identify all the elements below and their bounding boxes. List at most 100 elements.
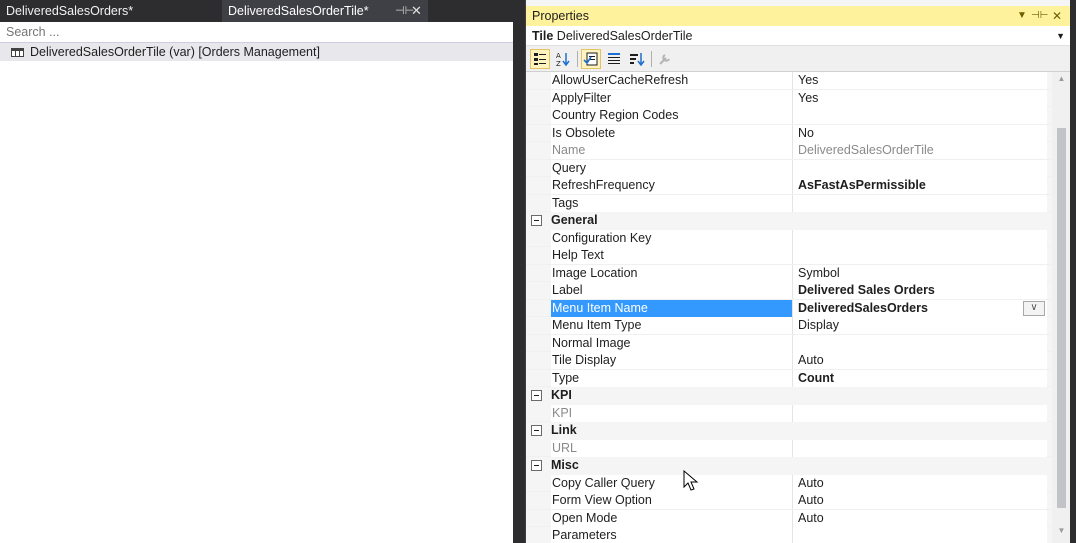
property-category[interactable]: General <box>526 212 1052 230</box>
categorized-icon[interactable] <box>530 49 550 69</box>
property-row[interactable]: AllowUserCacheRefresh Yes <box>526 72 1052 90</box>
property-name: Parameters <box>551 527 793 543</box>
property-pages-icon[interactable] <box>655 49 675 69</box>
property-value[interactable]: Yes <box>793 89 1047 107</box>
chevron-down-icon[interactable]: ∨ <box>1023 300 1045 316</box>
property-category[interactable]: Link <box>526 422 1052 440</box>
property-value[interactable]: No <box>793 124 1047 142</box>
close-icon[interactable]: ✕ <box>1052 6 1062 26</box>
property-value[interactable]: Symbol <box>793 264 1047 282</box>
property-row[interactable]: Is Obsolete No <box>526 124 1052 142</box>
tree-root-node[interactable]: DeliveredSalesOrderTile (var) [Orders Ma… <box>0 43 513 61</box>
property-name: RefreshFrequency <box>551 177 793 194</box>
property-row[interactable]: Tags <box>526 194 1052 212</box>
property-name: Country Region Codes <box>551 107 793 124</box>
scroll-thumb[interactable] <box>1057 128 1066 508</box>
chevron-down-icon[interactable]: ▼ <box>1056 26 1065 46</box>
property-value[interactable]: AsFastAsPermissible <box>793 177 1047 194</box>
property-value[interactable] <box>793 404 1047 422</box>
property-value[interactable] <box>793 247 1047 264</box>
sort-icon[interactable] <box>627 49 647 69</box>
property-name: Name <box>551 142 793 159</box>
search-box <box>0 22 513 43</box>
scroll-up-icon[interactable]: ▲ <box>1052 74 1071 88</box>
property-category[interactable]: Misc <box>526 457 1052 475</box>
properties-icon[interactable] <box>581 49 601 69</box>
property-name: Is Obsolete <box>551 124 793 142</box>
property-name: Tags <box>551 194 793 212</box>
collapse-icon[interactable] <box>531 425 542 436</box>
search-input[interactable] <box>0 22 513 42</box>
category-label: Misc <box>551 458 579 472</box>
svg-text:Z: Z <box>556 60 561 68</box>
property-value[interactable]: Display <box>793 317 1047 334</box>
properties-toolbar: AZ <box>526 46 1071 72</box>
property-value[interactable] <box>793 159 1047 177</box>
collapse-icon[interactable] <box>531 390 542 401</box>
events-icon[interactable] <box>604 49 624 69</box>
properties-window: Properties ▼ ⊣⊢ ✕ Tile DeliveredSalesOrd… <box>525 0 1071 543</box>
property-row[interactable]: Label Delivered Sales Orders <box>526 282 1052 300</box>
property-name: Query <box>551 159 793 177</box>
property-grid: AllowUserCacheRefresh Yes ApplyFilter Yes Co… <box>526 72 1052 543</box>
property-category[interactable]: KPI <box>526 387 1052 405</box>
property-row[interactable]: Menu Item Type Display <box>526 317 1052 335</box>
tab-delivered-sales-order-tile[interactable]: DeliveredSalesOrderTile* ⊣⊢ ✕ <box>222 0 428 22</box>
property-row[interactable]: Type Count <box>526 369 1052 387</box>
property-row[interactable]: Copy Caller Query Auto <box>526 474 1052 492</box>
property-row[interactable]: Configuration Key <box>526 229 1052 247</box>
property-value[interactable]: DeliveredSalesOrders <box>793 299 1047 317</box>
property-value[interactable]: Auto <box>793 474 1047 492</box>
alphabetical-icon[interactable]: AZ <box>553 49 573 69</box>
property-row[interactable]: URL <box>526 439 1052 457</box>
property-name: Copy Caller Query <box>551 474 793 492</box>
property-row[interactable]: ApplyFilter Yes <box>526 89 1052 107</box>
property-value[interactable] <box>793 334 1047 352</box>
property-value[interactable]: DeliveredSalesOrderTile <box>793 142 1047 159</box>
property-row[interactable]: Normal Image <box>526 334 1052 352</box>
property-name: Type <box>551 369 793 387</box>
property-value[interactable]: Auto <box>793 352 1047 369</box>
collapse-icon[interactable] <box>531 460 542 471</box>
scroll-down-icon[interactable]: ▼ <box>1052 526 1071 540</box>
property-row[interactable]: KPI <box>526 404 1052 422</box>
property-name: Tile Display <box>551 352 793 369</box>
property-value[interactable]: Count <box>793 369 1047 387</box>
property-value[interactable] <box>793 107 1047 124</box>
property-value[interactable] <box>793 527 1047 543</box>
property-value[interactable]: Yes <box>793 72 1047 89</box>
pin-icon[interactable]: ⊣⊢ <box>1031 6 1048 26</box>
property-value[interactable] <box>793 194 1047 212</box>
property-value[interactable]: Auto <box>793 509 1047 527</box>
property-row[interactable]: Parameters <box>526 527 1052 543</box>
property-row[interactable]: Country Region Codes <box>526 107 1052 125</box>
property-row[interactable]: Help Text <box>526 247 1052 265</box>
property-value[interactable] <box>793 229 1047 247</box>
object-name: DeliveredSalesOrderTile <box>556 29 693 43</box>
svg-text:A: A <box>556 52 561 60</box>
property-row[interactable]: Name DeliveredSalesOrderTile <box>526 142 1052 160</box>
vertical-scrollbar[interactable]: ▲ ▼ <box>1052 72 1071 543</box>
property-value[interactable]: Auto <box>793 492 1047 509</box>
panel-splitter[interactable] <box>513 0 525 543</box>
property-name: Open Mode <box>551 509 793 527</box>
property-name: Menu Item Type <box>551 317 793 334</box>
property-row[interactable]: RefreshFrequency AsFastAsPermissible <box>526 177 1052 195</box>
property-row[interactable]: Menu Item Name DeliveredSalesOrders ∨ <box>526 299 1052 317</box>
property-name: Image Location <box>551 264 793 282</box>
property-row[interactable]: Tile Display Auto <box>526 352 1052 370</box>
tab-delivered-sales-orders[interactable]: DeliveredSalesOrders* <box>0 0 222 22</box>
collapse-icon[interactable] <box>531 215 542 226</box>
object-selector[interactable]: Tile DeliveredSalesOrderTile ▼ <box>526 26 1071 46</box>
property-value[interactable] <box>793 439 1047 457</box>
property-row[interactable]: Form View Option Auto <box>526 492 1052 510</box>
property-name: Menu Item Name <box>551 299 793 317</box>
property-value[interactable]: Delivered Sales Orders <box>793 282 1047 299</box>
property-row[interactable]: Image Location Symbol <box>526 264 1052 282</box>
category-label: Link <box>551 423 577 437</box>
window-menu-icon[interactable]: ▼ <box>1017 6 1027 26</box>
property-name: Normal Image <box>551 334 793 352</box>
property-row[interactable]: Open Mode Auto <box>526 509 1052 527</box>
property-row[interactable]: Query <box>526 159 1052 177</box>
close-icon[interactable]: ✕ <box>411 0 422 22</box>
